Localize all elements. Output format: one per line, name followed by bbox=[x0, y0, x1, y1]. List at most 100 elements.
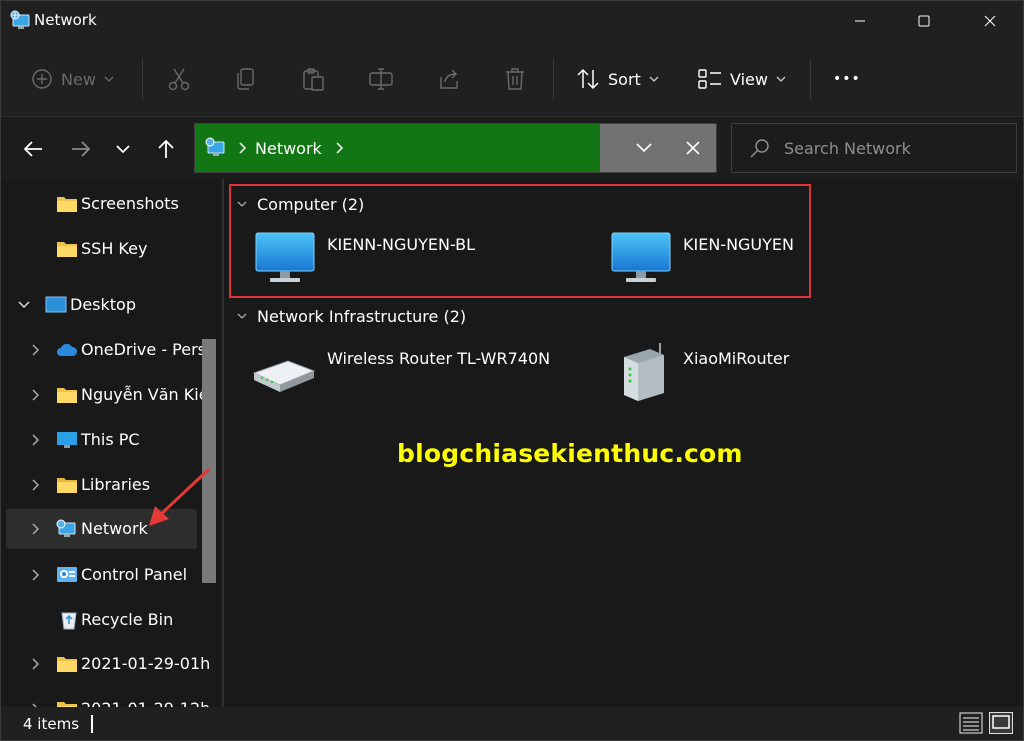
search-input[interactable]: Search Network bbox=[784, 139, 911, 158]
sidebar-item-label: Nguyễn Văn Kiê bbox=[81, 385, 209, 404]
chevron-down-icon[interactable] bbox=[18, 298, 30, 312]
chevron-down-icon bbox=[237, 313, 247, 319]
up-button[interactable] bbox=[146, 129, 186, 169]
recycle-bin-icon bbox=[61, 612, 77, 630]
network-item-computer[interactable]: KIEN-NGUYEN bbox=[610, 231, 794, 285]
address-bar[interactable]: Network bbox=[194, 123, 717, 173]
sidebar-item-label: OneDrive - Pers bbox=[81, 340, 207, 359]
title-bar: Network bbox=[1, 1, 1023, 41]
sidebar-item-user-folder[interactable]: Nguyễn Văn Kiê bbox=[6, 376, 209, 414]
item-label: KIENN-NGUYEN-BL bbox=[327, 235, 476, 254]
sidebar-item-screenshots[interactable]: Screenshots bbox=[6, 185, 197, 223]
chevron-right-icon[interactable] bbox=[30, 433, 42, 447]
copy-button[interactable] bbox=[235, 41, 257, 117]
monitor-icon bbox=[611, 232, 671, 282]
group-header-computer[interactable]: Computer (2) bbox=[237, 193, 364, 215]
network-item-computer[interactable]: KIENN-NGUYEN-BL bbox=[254, 231, 475, 285]
watermark-text: blogchiasekienthuc.com bbox=[397, 439, 743, 468]
close-icon bbox=[984, 15, 996, 27]
content-pane: Computer (2) KIENN-NGUYEN-BL KIEN-NGUYEN… bbox=[224, 179, 1023, 707]
minimize-button[interactable] bbox=[837, 1, 883, 41]
delete-button[interactable] bbox=[504, 41, 526, 117]
view-label: View bbox=[730, 69, 768, 89]
address-location[interactable]: Network bbox=[255, 139, 322, 158]
sidebar-item-control-panel[interactable]: Control Panel bbox=[6, 556, 197, 594]
sidebar-item-ssh-key[interactable]: SSH Key bbox=[6, 230, 197, 268]
cloud-icon bbox=[57, 343, 78, 356]
recent-locations-button[interactable] bbox=[103, 129, 143, 169]
network-icon bbox=[10, 10, 30, 29]
chevron-right-icon[interactable] bbox=[336, 142, 344, 154]
share-button[interactable] bbox=[437, 41, 461, 117]
paste-button[interactable] bbox=[301, 41, 325, 117]
sidebar-item-desktop[interactable]: Desktop bbox=[6, 286, 197, 324]
chevron-right-icon[interactable] bbox=[30, 388, 42, 402]
sidebar-item-onedrive[interactable]: OneDrive - Pers bbox=[6, 331, 206, 369]
sort-label: Sort bbox=[608, 69, 641, 89]
sidebar-item-label: Libraries bbox=[81, 475, 151, 494]
address-controls bbox=[600, 124, 716, 172]
chevron-right-icon[interactable] bbox=[30, 657, 42, 671]
sidebar-item-label: Control Panel bbox=[81, 565, 188, 584]
large-icons-view-icon[interactable] bbox=[989, 712, 1013, 734]
sidebar-item-label: 2021-01-29-12h bbox=[81, 699, 210, 707]
monitor-icon bbox=[255, 232, 315, 282]
cut-button[interactable] bbox=[167, 41, 191, 117]
rename-button[interactable] bbox=[368, 41, 394, 117]
chevron-right-icon[interactable] bbox=[30, 522, 42, 536]
arrow-up-icon bbox=[158, 139, 174, 158]
close-button[interactable] bbox=[967, 1, 1013, 41]
window-title: Network bbox=[34, 11, 97, 29]
network-item-router[interactable]: XiaoMiRouter bbox=[620, 341, 789, 401]
file-explorer-window: Network New Sort View ••• Network Search… bbox=[0, 0, 1024, 741]
item-label: XiaoMiRouter bbox=[683, 349, 790, 368]
view-button[interactable]: View bbox=[698, 41, 786, 117]
chevron-down-icon bbox=[116, 144, 130, 153]
sidebar-item-recycle-bin[interactable]: Recycle Bin bbox=[6, 601, 197, 639]
details-view-icon[interactable] bbox=[959, 712, 983, 734]
desktop-icon bbox=[45, 296, 67, 313]
arrow-left-icon bbox=[23, 141, 42, 157]
new-button[interactable]: New bbox=[31, 41, 114, 117]
chevron-down-icon[interactable] bbox=[636, 143, 652, 153]
forward-button[interactable] bbox=[61, 129, 101, 169]
view-icon bbox=[698, 69, 721, 89]
navigation-bar: Network Search Network bbox=[1, 117, 1023, 179]
search-box[interactable]: Search Network bbox=[731, 123, 1017, 173]
folder-icon bbox=[57, 657, 77, 672]
chevron-right-icon[interactable] bbox=[30, 568, 42, 582]
sidebar-scrollbar[interactable] bbox=[202, 339, 216, 583]
chevron-down-icon bbox=[237, 201, 247, 207]
address-path[interactable]: Network bbox=[195, 124, 600, 172]
annotation-arrow-icon bbox=[149, 467, 211, 526]
item-label: Wireless Router TL-WR740N bbox=[327, 349, 551, 368]
more-options-icon: ••• bbox=[833, 71, 861, 87]
scissors-icon bbox=[168, 68, 190, 91]
arrow-right-icon bbox=[72, 141, 91, 157]
sidebar-item-label: Recycle Bin bbox=[81, 610, 174, 629]
rename-icon bbox=[369, 68, 393, 90]
back-button[interactable] bbox=[13, 129, 53, 169]
chevron-right-icon[interactable] bbox=[30, 478, 42, 492]
sort-button[interactable]: Sort bbox=[576, 41, 659, 117]
new-label: New bbox=[61, 69, 96, 89]
sidebar-item-label: Desktop bbox=[70, 295, 136, 314]
network-item-router[interactable]: Wireless Router TL-WR740N bbox=[250, 345, 550, 397]
separator bbox=[553, 59, 554, 99]
more-options-button[interactable]: ••• bbox=[833, 41, 861, 117]
maximize-button[interactable] bbox=[901, 1, 947, 41]
clear-icon[interactable] bbox=[686, 141, 700, 155]
chevron-down-icon bbox=[104, 76, 114, 82]
group-header-network-infrastructure[interactable]: Network Infrastructure (2) bbox=[237, 305, 466, 327]
sidebar-item-folder-2021-01-29-12h[interactable]: 2021-01-29-12h bbox=[6, 690, 210, 707]
chevron-right-icon[interactable] bbox=[30, 343, 42, 357]
chevron-down-icon bbox=[649, 76, 659, 82]
sidebar-item-folder-2021-01-29-01h[interactable]: 2021-01-29-01h bbox=[6, 645, 210, 683]
maximize-icon bbox=[918, 15, 930, 27]
item-label: KIEN-NGUYEN bbox=[683, 235, 794, 254]
router-icon bbox=[624, 343, 664, 401]
sidebar-item-this-pc[interactable]: This PC bbox=[6, 421, 197, 459]
separator bbox=[142, 59, 143, 99]
chevron-right-icon bbox=[239, 142, 247, 154]
trash-icon bbox=[506, 68, 524, 90]
